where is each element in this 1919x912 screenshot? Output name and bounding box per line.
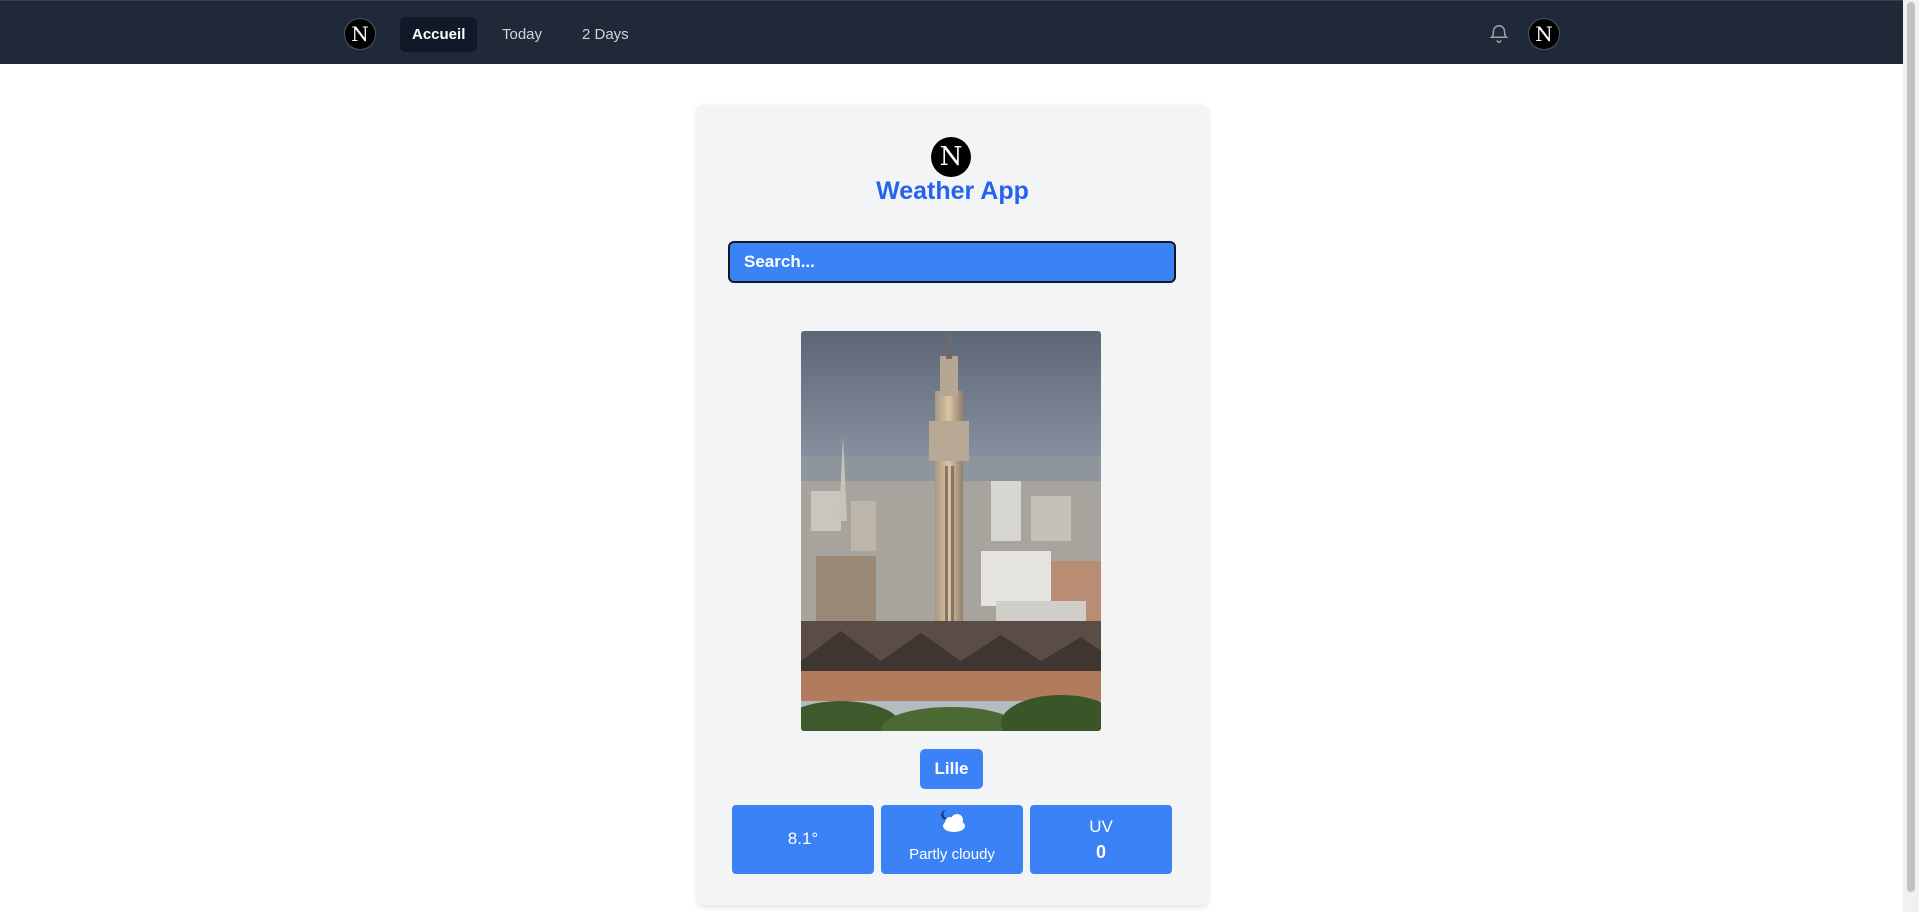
nav-link-today[interactable]: Today — [490, 17, 554, 52]
app-logo: N — [931, 137, 971, 177]
weather-card: N Weather App Search... Lille 8.1° Partl… — [697, 105, 1208, 905]
nav-link-accueil[interactable]: Accueil — [400, 17, 478, 52]
partly-cloudy-night-icon — [941, 809, 965, 832]
temperature-tile: 8.1° — [732, 805, 874, 874]
top-navbar: N Accueil Today 2 Days N — [0, 0, 1903, 64]
city-photo-image — [801, 331, 1101, 731]
nav-link-2-days[interactable]: 2 Days — [570, 17, 641, 52]
city-name-button[interactable]: Lille — [920, 749, 983, 789]
search-input[interactable] — [728, 241, 1176, 283]
city-photo — [801, 331, 1101, 731]
bell-icon[interactable] — [1488, 23, 1510, 45]
uv-value: 0 — [1095, 842, 1106, 862]
uv-tile: UV 0 — [1030, 805, 1172, 874]
page-scrollbar[interactable] — [1903, 0, 1919, 912]
user-avatar[interactable]: N — [1528, 18, 1560, 50]
condition-tile: Partly cloudy — [881, 805, 1023, 874]
page-title: Weather App — [876, 177, 1029, 205]
uv-label: UV — [1089, 817, 1113, 836]
temperature-value: 8.1° — [787, 829, 819, 848]
scrollbar-thumb[interactable] — [1907, 2, 1915, 892]
condition-text: Partly cloudy — [909, 846, 995, 863]
brand-logo[interactable]: N — [344, 18, 376, 50]
